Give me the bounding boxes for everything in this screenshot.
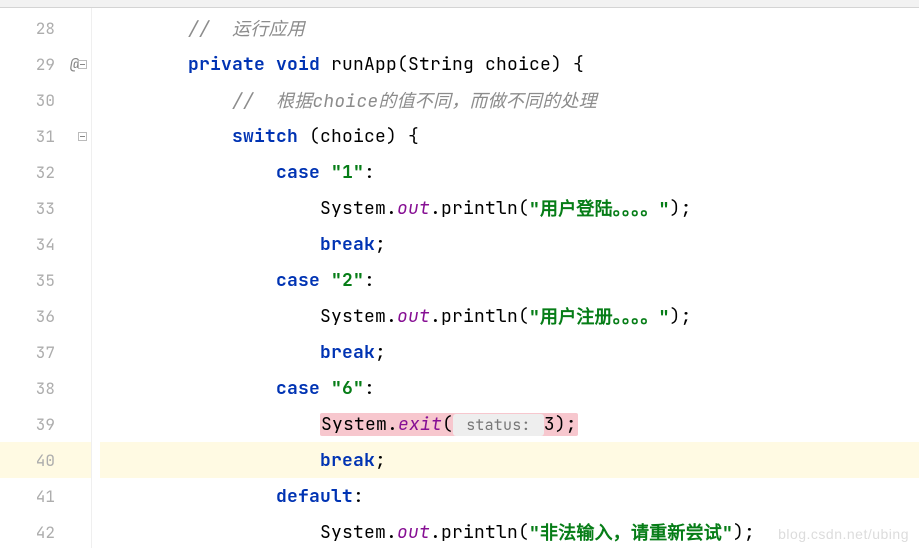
keyword-break: break xyxy=(320,449,375,472)
editor-tabs xyxy=(0,0,919,8)
code-line[interactable]: // 根据choice的值不同，而做不同的处理 xyxy=(100,82,919,118)
static-method-exit: exit xyxy=(398,413,442,436)
keyword-switch: switch xyxy=(232,125,298,148)
usage-highlight: System.exit( status: 3); xyxy=(320,413,578,436)
java-file-icon xyxy=(110,0,120,8)
line-number[interactable]: 31 xyxy=(0,118,91,154)
code-line[interactable]: break; xyxy=(100,334,919,370)
keyword-case: case xyxy=(276,161,320,184)
code-line[interactable]: private void runApp(String choice) { xyxy=(100,46,919,82)
line-number[interactable]: 42 xyxy=(0,514,91,550)
code-line[interactable]: System.out.println("用户注册。。。。"); xyxy=(100,298,919,334)
param: choice xyxy=(485,53,551,76)
watermark: blog.csdn.net/ubing xyxy=(778,526,909,542)
code-area[interactable]: // 运行应用 private void runApp(String choic… xyxy=(92,8,919,548)
line-number[interactable]: 34 xyxy=(0,226,91,262)
code-line[interactable]: case "6": xyxy=(100,370,919,406)
comment: // 根据choice的值不同，而做不同的处理 xyxy=(232,87,597,113)
line-number[interactable]: 41 xyxy=(0,478,91,514)
code-line[interactable]: switch (choice) { xyxy=(100,118,919,154)
code-line[interactable]: break; xyxy=(100,226,919,262)
line-number[interactable]: 33 xyxy=(0,190,91,226)
parameter-hint: status: xyxy=(453,414,544,436)
string-literal: "用户注册。。。。" xyxy=(529,303,670,329)
line-number[interactable]: 40 xyxy=(0,442,91,478)
tab-file-2[interactable] xyxy=(110,0,120,8)
tab-file-1[interactable] xyxy=(20,0,30,8)
code-line[interactable]: // 运行应用 xyxy=(100,10,919,46)
line-number[interactable]: 29@ xyxy=(0,46,91,82)
identifier: choice xyxy=(320,125,386,148)
line-gutter[interactable]: 28 29@ 30 31 32 33 34 35 36 37 38 39 40 … xyxy=(0,8,92,548)
java-file-icon xyxy=(200,0,210,8)
keyword-default: default xyxy=(276,485,353,508)
fold-icon[interactable] xyxy=(78,132,87,141)
string-literal: "2" xyxy=(331,269,364,292)
keyword-private: private xyxy=(188,53,265,76)
keyword-case: case xyxy=(276,377,320,400)
code-line[interactable]: case "2": xyxy=(100,262,919,298)
line-number[interactable]: 35 xyxy=(0,262,91,298)
keyword-case: case xyxy=(276,269,320,292)
line-number[interactable]: 28 xyxy=(0,10,91,46)
code-editor[interactable]: 28 29@ 30 31 32 33 34 35 36 37 38 39 40 … xyxy=(0,8,919,548)
line-number[interactable]: 37 xyxy=(0,334,91,370)
line-number[interactable]: 36 xyxy=(0,298,91,334)
type: String xyxy=(408,53,474,76)
static-field-out: out xyxy=(397,305,430,328)
static-field-out: out xyxy=(397,197,430,220)
line-number[interactable]: 30 xyxy=(0,82,91,118)
code-line[interactable]: System.out.println("用户登陆。。。。"); xyxy=(100,190,919,226)
string-literal: "非法输入，请重新尝试" xyxy=(529,519,733,545)
line-number[interactable]: 38 xyxy=(0,370,91,406)
java-file-icon xyxy=(20,0,30,8)
keyword-break: break xyxy=(320,341,375,364)
fold-icon[interactable] xyxy=(78,60,87,69)
tab-file-3[interactable] xyxy=(200,0,210,8)
keyword-break: break xyxy=(320,233,375,256)
code-line[interactable]: default: xyxy=(100,478,919,514)
line-number[interactable]: 39 xyxy=(0,406,91,442)
comment: // 运行应用 xyxy=(188,15,305,41)
string-literal: "6" xyxy=(331,377,364,400)
code-line[interactable]: System.exit( status: 3); xyxy=(100,406,919,442)
static-field-out: out xyxy=(397,521,430,544)
line-number[interactable]: 32 xyxy=(0,154,91,190)
code-line[interactable]: case "1": xyxy=(100,154,919,190)
code-line-current[interactable]: break; xyxy=(100,442,919,478)
method-name: runApp xyxy=(331,53,397,76)
string-literal: "用户登陆。。。。" xyxy=(529,195,670,221)
keyword-void: void xyxy=(276,53,320,76)
string-literal: "1" xyxy=(331,161,364,184)
